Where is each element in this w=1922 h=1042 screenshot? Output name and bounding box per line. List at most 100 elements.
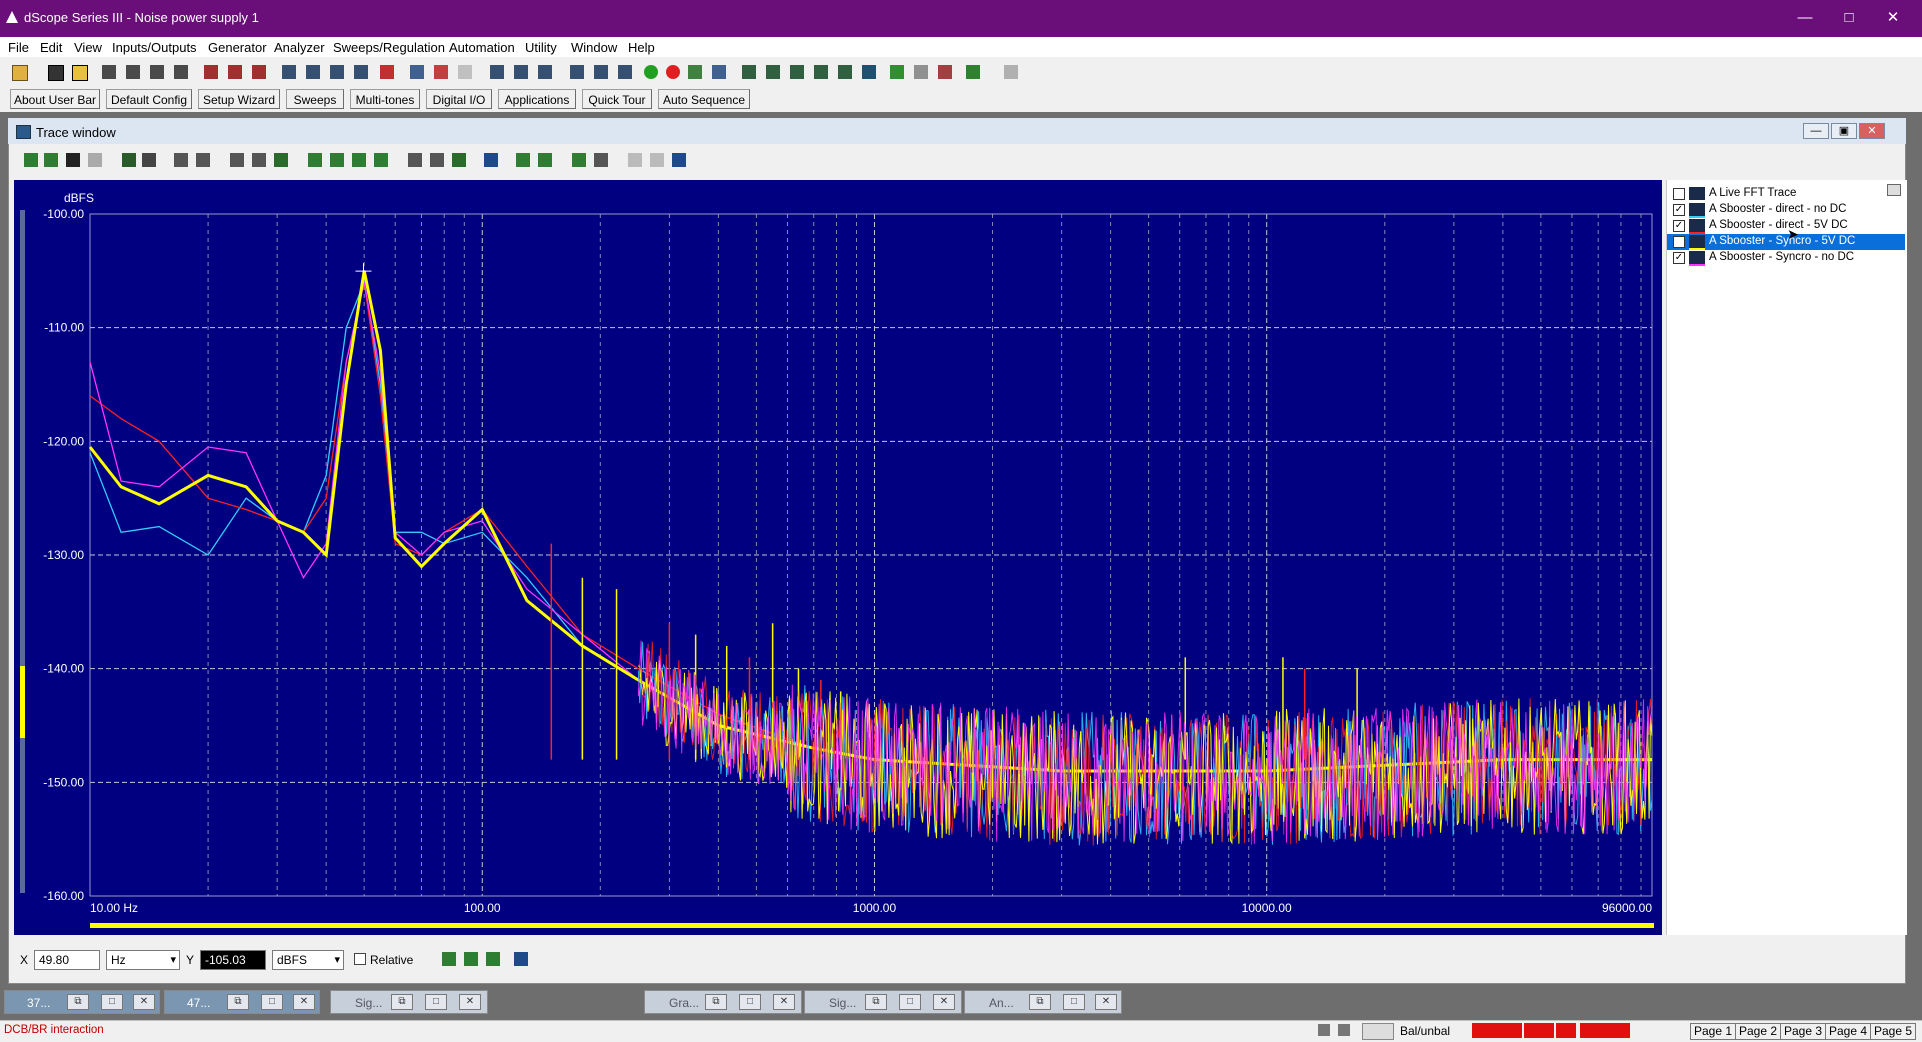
compare-3-icon[interactable]	[672, 153, 686, 167]
automation-2-icon[interactable]	[914, 65, 928, 79]
min1-close-button[interactable]: ✕	[133, 994, 155, 1010]
scale-3-icon[interactable]	[452, 153, 466, 167]
scale-icon[interactable]	[408, 153, 422, 167]
table-icon[interactable]	[174, 153, 188, 167]
report-icon[interactable]	[966, 65, 980, 79]
menu-view[interactable]: View	[74, 40, 102, 55]
trace-2-icon[interactable]	[766, 65, 780, 79]
min6-max-button[interactable]: □	[1063, 994, 1085, 1010]
marker-3-icon[interactable]	[572, 153, 586, 167]
close-button[interactable]: ✕	[1878, 6, 1908, 30]
min3-close-button[interactable]: ✕	[459, 994, 481, 1010]
min3-restore-button[interactable]: ⧉	[391, 994, 413, 1010]
min6-restore-button[interactable]: ⧉	[1029, 994, 1051, 1010]
minimized-window-6[interactable]: An... ⧉ □ ✕	[964, 990, 1122, 1014]
min2-close-button[interactable]: ✕	[293, 994, 315, 1010]
legend-checkbox[interactable]: ✓	[1673, 252, 1685, 264]
analyzer-icon[interactable]	[490, 65, 504, 79]
maximize-button[interactable]: □	[1834, 6, 1864, 30]
trace-4-icon[interactable]	[814, 65, 828, 79]
compare-2-icon[interactable]	[650, 153, 664, 167]
min2-max-button[interactable]: □	[261, 994, 283, 1010]
minimized-window-4[interactable]: Gra... ⧉ □ ✕	[644, 990, 802, 1014]
applications-button[interactable]: Applications	[498, 89, 576, 109]
trace-close-button[interactable]: ✕	[1859, 123, 1885, 139]
menu-help[interactable]: Help	[628, 40, 655, 55]
x-unit-select[interactable]: Hz	[106, 950, 180, 970]
zoom-y-icon[interactable]	[274, 153, 288, 167]
channel-icon[interactable]	[570, 65, 584, 79]
scope-icon[interactable]	[862, 65, 876, 79]
cursor-move-icon[interactable]	[442, 952, 456, 966]
sweep-icon[interactable]	[688, 65, 702, 79]
min5-close-button[interactable]: ✕	[933, 994, 955, 1010]
analyzer-3-icon[interactable]	[538, 65, 552, 79]
page-tab[interactable]: Page 5	[1870, 1023, 1917, 1040]
marker-2-icon[interactable]	[538, 153, 552, 167]
output-4-icon[interactable]	[174, 65, 188, 79]
trace-window-titlebar[interactable]: Trace window — ▣ ✕	[8, 118, 1906, 144]
x-cursor-value[interactable]: 49.80	[34, 950, 100, 970]
min4-max-button[interactable]: □	[739, 994, 761, 1010]
menu-generator[interactable]: Generator	[208, 40, 267, 55]
legend-item[interactable]: ✓ A Sbooster - Syncro - 5V DC	[1667, 234, 1905, 250]
cursor-move-3-icon[interactable]	[486, 952, 500, 966]
page-tab[interactable]: Page 4	[1825, 1023, 1872, 1040]
trace-paste-icon[interactable]	[88, 153, 102, 167]
input-2-icon[interactable]	[306, 65, 320, 79]
min1-max-button[interactable]: □	[101, 994, 123, 1010]
save-icon[interactable]	[48, 65, 64, 81]
graph-icon[interactable]	[122, 153, 136, 167]
cursor-3-icon[interactable]	[352, 153, 366, 167]
menu-file[interactable]: File	[8, 40, 29, 55]
min6-close-button[interactable]: ✕	[1095, 994, 1117, 1010]
cursor-move-2-icon[interactable]	[464, 952, 478, 966]
y-cursor-value[interactable]: -105.03	[200, 950, 266, 970]
trace-copy-icon[interactable]	[44, 153, 58, 167]
filter-3-icon[interactable]	[458, 65, 472, 79]
graph-2-icon[interactable]	[142, 153, 156, 167]
table-2-icon[interactable]	[196, 153, 210, 167]
auto-sequence-button[interactable]: Auto Sequence	[658, 89, 750, 109]
quick-tour-button[interactable]: Quick Tour	[582, 89, 652, 109]
stop-icon[interactable]	[380, 65, 394, 79]
zoom-fit-icon[interactable]	[230, 153, 244, 167]
about-user-bar-button[interactable]: About User Bar	[10, 89, 100, 109]
relative-checkbox[interactable]	[354, 953, 366, 965]
min5-restore-button[interactable]: ⧉	[865, 994, 887, 1010]
cursor-2-icon[interactable]	[330, 153, 344, 167]
automation-icon[interactable]	[890, 65, 904, 79]
run-icon[interactable]	[644, 65, 658, 79]
input-3-icon[interactable]	[330, 65, 344, 79]
default-config-button[interactable]: Default Config	[106, 89, 192, 109]
menu-utility[interactable]: Utility	[525, 40, 557, 55]
min1-restore-button[interactable]: ⧉	[67, 994, 89, 1010]
channel-2-icon[interactable]	[594, 65, 608, 79]
legend-options-icon[interactable]	[1887, 184, 1901, 196]
scale-2-icon[interactable]	[430, 153, 444, 167]
generator-icon[interactable]	[228, 65, 242, 79]
output-2-icon[interactable]	[126, 65, 140, 79]
fft-chart[interactable]: dBFS -100.00 -110.00 -120.00 -130.00 -140.00…	[14, 180, 1662, 935]
min3-max-button[interactable]: □	[425, 994, 447, 1010]
x-scroll-indicator[interactable]	[90, 923, 1654, 928]
legend-checkbox[interactable]: ✓	[1673, 236, 1685, 248]
cursor-snap-icon[interactable]	[514, 952, 528, 966]
menu-automation[interactable]: Automation	[449, 40, 515, 55]
zoom-x-icon[interactable]	[252, 153, 266, 167]
page-tab[interactable]: Page 3	[1780, 1023, 1827, 1040]
legend-item[interactable]: ✓ A Sbooster - direct - no DC	[1667, 202, 1905, 218]
minimized-window-5[interactable]: Sig... ⧉ □ ✕	[804, 990, 962, 1014]
record-icon[interactable]	[666, 65, 680, 79]
legend-item[interactable]: ✓ A Sbooster - Syncro - no DC	[1667, 250, 1905, 266]
menu-edit[interactable]: Edit	[40, 40, 62, 55]
save-as-icon[interactable]	[72, 65, 88, 81]
legend-item[interactable]: A Live FFT Trace	[1667, 186, 1905, 202]
menu-analyzer[interactable]: Analyzer	[274, 40, 325, 55]
menu-window[interactable]: Window	[571, 40, 617, 55]
minimize-button[interactable]: —	[1790, 6, 1820, 30]
menu-sweeps-regulation[interactable]: Sweeps/Regulation	[333, 40, 445, 55]
marker-icon[interactable]	[516, 153, 530, 167]
minimized-window-3[interactable]: Sig... ⧉ □ ✕	[330, 990, 488, 1014]
trace-save-icon[interactable]	[66, 153, 80, 167]
